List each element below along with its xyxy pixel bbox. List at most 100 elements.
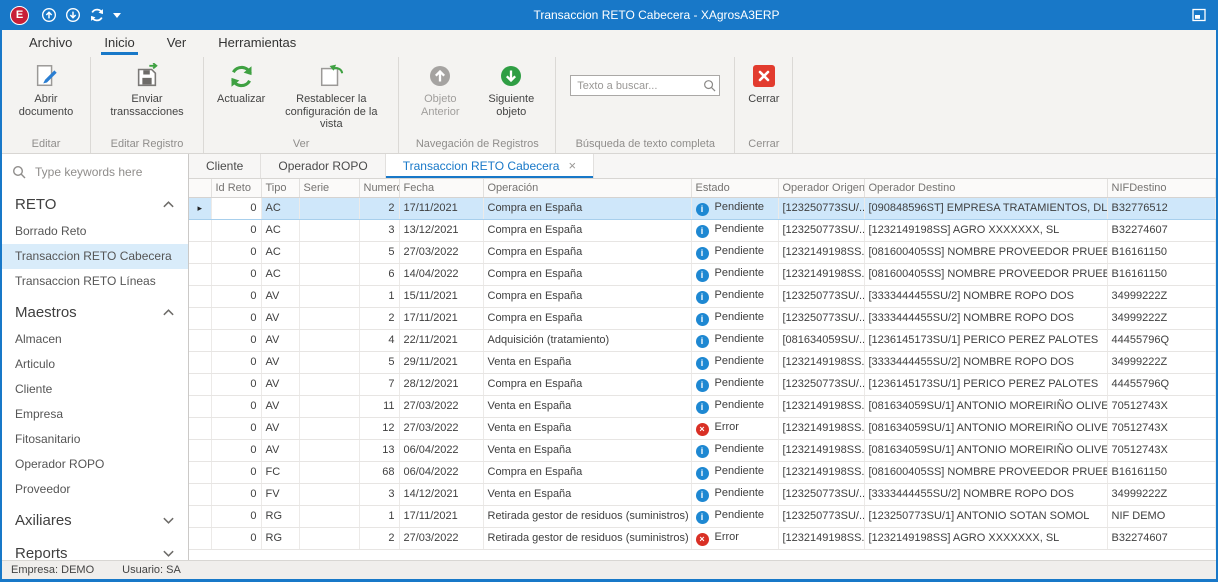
cell-operador-origen: [123250773SU/... [778,373,864,395]
table-row[interactable]: 0AV422/11/2021Adquisición (tratamiento)i… [189,329,1216,351]
objeto-anterior-button[interactable]: Objeto Anterior [407,59,473,121]
app-window: E Transaccion RETO Cabecera - XAgrosA3ER… [0,0,1218,582]
tab-operador-ropo[interactable]: Operador ROPO [261,154,385,178]
cell-operador-origen: [1232149198SS... [778,527,864,549]
table-row[interactable]: ▸0AC217/11/2021Compra en EspañaiPendient… [189,197,1216,219]
fulltext-search-input[interactable] [570,75,720,96]
column-header-id-reto[interactable]: Id Reto [211,179,261,198]
quick-refresh-icon[interactable] [89,7,105,23]
cell-fecha: 17/11/2021 [399,197,483,219]
column-header-operador-origen[interactable]: Operador Origen [778,179,864,198]
status-empresa: Empresa: DEMO [11,564,94,576]
quick-previous-icon[interactable] [41,7,57,23]
sidebar-item-operador-ropo[interactable]: Operador ROPO [2,452,188,477]
sidebar-item-articulo[interactable]: Articulo [2,352,188,377]
quick-access-dropdown-icon[interactable] [113,12,121,18]
sidebar-item-empresa[interactable]: Empresa [2,402,188,427]
cell-nif-destino: 34999222Z [1107,307,1216,329]
table-row[interactable]: 0AV115/11/2021Compra en EspañaiPendiente… [189,285,1216,307]
quick-next-icon[interactable] [65,7,81,23]
row-indicator [189,461,211,483]
send-transactions-icon [134,62,160,90]
cell-fecha: 27/03/2022 [399,527,483,549]
estado-label: Error [715,421,739,433]
cerrar-button[interactable]: Cerrar [743,59,784,109]
cell-operador-destino: [3333444455SU/2] NOMBRE ROPO DOS [864,483,1107,505]
column-header-serie[interactable]: Serie [299,179,359,198]
row-indicator [189,351,211,373]
ribbon-group-navegacion: Objeto Anterior Siguiente objeto Navegac… [399,57,556,153]
menu-ver[interactable]: Ver [164,33,190,55]
refresh-icon [228,62,255,90]
sidebar: RETOBorrado RetoTransaccion RETO Cabecer… [2,154,189,560]
table-row[interactable]: 0AC614/04/2022Compra en EspañaiPendiente… [189,263,1216,285]
cell-operador-origen: [123250773SU/... [778,505,864,527]
cell-tipo: AV [261,373,299,395]
sidebar-section-maestros[interactable]: Maestros [2,294,188,327]
sidebar-section-axiliares[interactable]: Axiliares [2,502,188,535]
estado-label: Error [715,531,739,543]
sidebar-item-borrado-reto[interactable]: Borrado Reto [2,219,188,244]
tab-close-icon[interactable]: × [568,159,576,172]
ribbon-display-icon[interactable] [1192,8,1206,22]
abrir-documento-label: Abrir documento [15,93,77,118]
ribbon-group-editar-registro: Enviar transsacciones Editar Registro [91,57,204,153]
cell-operacion: Retirada gestor de residuos (suministros… [483,527,691,549]
title-bar: E Transaccion RETO Cabecera - XAgrosA3ER… [2,0,1216,30]
tab-cliente[interactable]: Cliente [189,154,261,178]
abrir-documento-button[interactable]: Abrir documento [10,59,82,121]
column-header-fecha[interactable]: Fecha [399,179,483,198]
restablecer-vista-label: Restablecer la configuración de la vista [277,93,385,131]
sidebar-section-reports[interactable]: Reports [2,535,188,560]
menu-archivo[interactable]: Archivo [26,33,75,55]
app-icon[interactable]: E [10,6,29,25]
column-header-nifdestino[interactable]: NIFDestino [1107,179,1216,198]
cell-operador-destino: [090848596ST] EMPRESA TRATAMIENTOS, DL [864,197,1107,219]
sidebar-item-transaccion-reto-cabecera[interactable]: Transaccion RETO Cabecera [2,244,188,269]
menu-inicio[interactable]: Inicio [101,33,137,55]
cell-operador-destino: [081600405SS] NOMBRE PROVEEDOR PRUEBAS, … [864,263,1107,285]
table-row[interactable]: 0AV1127/03/2022Venta en EspañaiPendiente… [189,395,1216,417]
table-row[interactable]: 0RG227/03/2022Retirada gestor de residuo… [189,527,1216,549]
menu-herramientas[interactable]: Herramientas [215,33,299,55]
table-row[interactable]: 0AV1227/03/2022Venta en España×Error[123… [189,417,1216,439]
restablecer-vista-button[interactable]: Restablecer la configuración de la vista [272,59,390,134]
table-row[interactable]: 0AV1306/04/2022Venta en EspañaiPendiente… [189,439,1216,461]
sidebar-item-fitosanitario[interactable]: Fitosanitario [2,427,188,452]
table-row[interactable]: 0AC313/12/2021Compra en EspañaiPendiente… [189,219,1216,241]
cell-numero: 6 [359,263,399,285]
table-row[interactable]: 0FV314/12/2021Venta en EspañaiPendiente[… [189,483,1216,505]
sidebar-search-input[interactable] [33,164,167,180]
cell-fecha: 14/12/2021 [399,483,483,505]
column-header-operacion[interactable]: Operación [483,179,691,198]
cell-id-reto: 0 [211,329,261,351]
sidebar-item-transaccion-reto-lineas[interactable]: Transaccion RETO Líneas [2,269,188,294]
cell-operador-origen: [123250773SU/... [778,483,864,505]
tab-transaccion-reto-cabecera[interactable]: Transaccion RETO Cabecera × [386,154,594,178]
tab-label: Transaccion RETO Cabecera [403,159,560,173]
table-row[interactable]: 0FC6806/04/2022Compra en EspañaiPendient… [189,461,1216,483]
row-indicator [189,263,211,285]
column-header-estado[interactable]: Estado [691,179,778,198]
siguiente-objeto-button[interactable]: Siguiente objeto [475,59,547,121]
sidebar-item-proveedor[interactable]: Proveedor [2,477,188,502]
column-header-tipo[interactable]: Tipo [261,179,299,198]
cell-tipo: FV [261,483,299,505]
column-header-operador-destino[interactable]: Operador Destino [864,179,1107,198]
actualizar-button[interactable]: Actualizar [212,59,270,109]
sidebar-item-almacen[interactable]: Almacen [2,327,188,352]
sidebar-section-reto[interactable]: RETO [2,186,188,219]
table-row[interactable]: 0AV217/11/2021Compra en EspañaiPendiente… [189,307,1216,329]
column-header-numero[interactable]: Numero [359,179,399,198]
cell-fecha: 06/04/2022 [399,461,483,483]
enviar-transacciones-label: Enviar transsacciones [104,93,190,118]
table-row[interactable]: 0AV529/11/2021Venta en EspañaiPendiente[… [189,351,1216,373]
table-row[interactable]: 0AV728/12/2021Compra en EspañaiPendiente… [189,373,1216,395]
ribbon-group-cerrar: Cerrar Cerrar [735,57,793,153]
cell-id-reto: 0 [211,395,261,417]
table-row[interactable]: 0RG117/11/2021Retirada gestor de residuo… [189,505,1216,527]
sidebar-item-cliente[interactable]: Cliente [2,377,188,402]
enviar-transacciones-button[interactable]: Enviar transsacciones [99,59,195,121]
table-row[interactable]: 0AC527/03/2022Compra en EspañaiPendiente… [189,241,1216,263]
cell-id-reto: 0 [211,461,261,483]
